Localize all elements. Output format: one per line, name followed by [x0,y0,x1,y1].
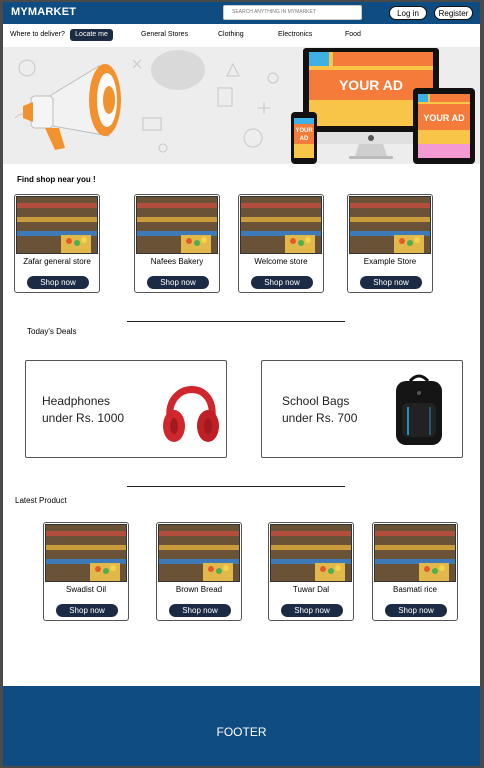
phone-ad-text-2: AD [300,136,309,142]
deal-line-1: Headphones [42,394,111,408]
deal-line-2: under Rs. 1000 [42,411,125,425]
product-image [374,524,456,582]
shop-name: Example Store [363,257,417,266]
megaphone-icon [23,64,121,150]
deal-line-1: School Bags [282,394,350,408]
shop-now-button[interactable]: Shop now [169,604,231,617]
product-image [270,524,352,582]
nav-item-food[interactable]: Food [345,31,361,38]
product-name: Swadist Oil [65,585,106,594]
brand-logo[interactable]: MYMARKET [11,6,76,18]
store-shelves-image [17,197,97,253]
shop-now-button[interactable]: Shop now [281,604,343,617]
locate-me-button[interactable]: Locate me [70,29,113,41]
headphones-icon [163,386,219,442]
phone-ad-text: YOUR [295,128,313,134]
product-card[interactable]: Basmati rice Shop now [372,522,458,621]
register-button[interactable]: Register [434,6,473,20]
product-name: Brown Bread [175,585,223,594]
shop-image [136,196,218,254]
tablet-ad-text: YOUR AD [423,113,465,123]
shop-name: Zafar general store [23,257,91,266]
shop-now-button[interactable]: Shop now [147,276,209,289]
store-shelves-image [137,197,217,253]
latest-title: Latest Product [15,496,67,505]
store-shelves-image [241,197,321,253]
search-input[interactable]: SEARCH ANYTHING IN MYMARKET [223,5,362,20]
product-card[interactable]: Tuwar Dal Shop now [268,522,354,621]
header-bar: MYMARKET SEARCH ANYTHING IN MYMARKET Log… [3,2,480,24]
section-divider [127,486,345,487]
product-name: Tuwar Dal [292,585,330,594]
tablet-icon: YOUR AD [413,88,475,164]
login-button[interactable]: Log in [389,6,427,20]
store-shelves-image [375,525,455,581]
shop-image [16,196,98,254]
store-shelves-image [159,525,239,581]
shop-image [240,196,322,254]
nav-item-electronics[interactable]: Electronics [278,31,312,38]
banner-illustration: YOUR AD YOUR AD YOUR AD [14,48,475,164]
shop-card[interactable]: Welcome store Shop now [238,194,324,293]
deal-card-school-bags[interactable]: School Bags under Rs. 700 [261,360,463,458]
footer: FOOTER [3,686,480,766]
page: MYMARKET SEARCH ANYTHING IN MYMARKET Log… [3,2,480,766]
footer-label: FOOTER [216,725,267,739]
nav-item-clothing[interactable]: Clothing [218,31,244,38]
shop-card[interactable]: Example Store Shop now [347,194,433,293]
shop-now-button[interactable]: Shop now [385,604,447,617]
product-name: Basmati rice [392,585,437,594]
shop-name: Welcome store [254,257,308,266]
product-image [158,524,240,582]
store-shelves-image [46,525,126,581]
shop-image [349,196,431,254]
product-card[interactable]: Brown Bread Shop now [156,522,242,621]
hero-banner[interactable]: YOUR AD YOUR AD YOUR AD [3,48,480,164]
shop-now-button[interactable]: Shop now [56,604,118,617]
shop-card[interactable]: Zafar general store Shop now [14,194,100,293]
deal-card-headphones[interactable]: Headphones under Rs. 1000 [25,360,227,458]
nav-item-general-stores[interactable]: General Stores [141,31,188,38]
shop-now-button[interactable]: Shop now [27,276,89,289]
shop-now-button[interactable]: Shop now [251,276,313,289]
monitor-ad-text: YOUR AD [339,77,403,93]
product-card[interactable]: Swadist Oil Shop now [43,522,129,621]
speech-bubble-icon [151,50,205,90]
shop-card[interactable]: Nafees Bakery Shop now [134,194,220,293]
deals-title: Today's Deals [27,327,77,336]
store-shelves-image [271,525,351,581]
deliver-label: Where to deliver? [10,31,65,38]
category-nav: Where to deliver? Locate me General Stor… [3,24,480,48]
backpack-icon [396,374,442,445]
product-image [45,524,127,582]
phone-icon: YOUR AD [291,112,317,164]
section-divider [127,321,345,322]
shop-now-button[interactable]: Shop now [360,276,422,289]
shop-name: Nafees Bakery [150,257,204,266]
find-shop-title: Find shop near you ! [17,175,96,184]
deal-line-2: under Rs. 700 [282,411,358,425]
store-shelves-image [350,197,430,253]
